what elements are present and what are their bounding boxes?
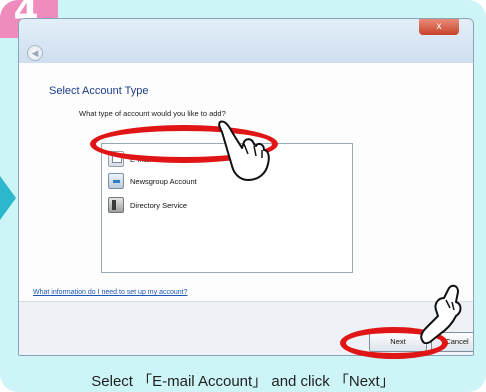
next-button[interactable]: Next	[369, 332, 427, 352]
list-item-newsgroup-account[interactable]: Newsgroup Account	[108, 172, 197, 190]
cancel-button[interactable]: Cancel	[431, 332, 473, 352]
dialog-footer: Next Cancel	[19, 301, 473, 355]
newsgroup-account-icon	[108, 173, 124, 189]
window-titlebar: x ◀	[19, 19, 473, 63]
directory-service-icon	[108, 197, 124, 213]
instruction-panel: 4 x ◀ Select Account Type What type of a…	[0, 0, 486, 392]
email-account-icon	[108, 151, 124, 167]
list-item-label: E-mail Account	[130, 154, 181, 164]
back-arrow-icon[interactable]: ◀	[27, 45, 43, 61]
select-account-type-dialog: x ◀ Select Account Type What type of acc…	[18, 18, 474, 356]
account-question-label: What type of account would you like to a…	[79, 109, 226, 118]
instruction-caption: Select 「E-mail Account」 and click 「Next」	[91, 373, 395, 390]
help-link[interactable]: What information do I need to set up my …	[33, 289, 187, 296]
list-item-label: Newsgroup Account	[130, 176, 197, 186]
close-button[interactable]: x	[419, 19, 459, 35]
account-type-list[interactable]: E-mail Account Newsgroup Account Directo…	[101, 143, 353, 273]
list-item-email-account[interactable]: E-mail Account	[108, 150, 180, 168]
page-title: Select Account Type	[49, 85, 149, 97]
list-item-directory-service[interactable]: Directory Service	[108, 196, 187, 214]
list-item-label: Directory Service	[130, 200, 188, 210]
dialog-content: Select Account Type What type of account…	[19, 63, 473, 301]
side-arrow-icon	[0, 176, 16, 220]
